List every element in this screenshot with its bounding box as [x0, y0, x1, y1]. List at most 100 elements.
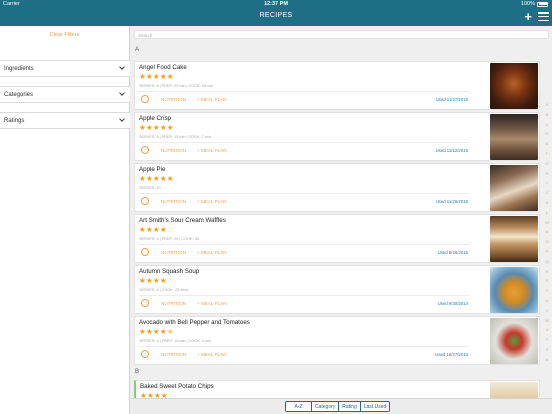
index-letter[interactable]: W [542, 316, 552, 326]
star-icon: ★ [152, 225, 160, 234]
favorite-icon[interactable]: ♡ [141, 350, 149, 358]
recipe-card[interactable]: Apple Pie ★★★★★ SERVES: 10 ♡ NUTRITION +… [134, 163, 540, 212]
sort-tab-rating[interactable]: Rating [339, 402, 361, 411]
filter-label: Ingredients [4, 66, 34, 72]
index-letter[interactable]: C [542, 120, 552, 130]
hamburger-icon[interactable] [538, 12, 549, 22]
index-letter[interactable]: E [542, 139, 552, 149]
index-letter[interactable]: P [542, 247, 552, 257]
rating-stars: ★★★★☆ [139, 276, 174, 285]
index-letter[interactable]: R [542, 267, 552, 277]
add-recipe-button[interactable]: + [524, 10, 532, 23]
index-letter[interactable]: N [542, 227, 552, 237]
nutrition-button[interactable]: NUTRITION [161, 97, 186, 102]
meal-plan-button[interactable]: + MEAL PLAN [197, 199, 227, 204]
favorite-icon[interactable]: ♡ [141, 299, 149, 307]
star-icon: ★ [166, 72, 174, 81]
last-used-label: Used 11/27/2016 [435, 97, 468, 102]
star-icon: ★ [145, 276, 153, 285]
recipe-name: Apple Pie [139, 166, 166, 173]
alphabet-index[interactable]: A B C D E F G H I J K L M N O P Q R S T U V W X Y Z # [542, 100, 552, 362]
index-letter[interactable]: J [542, 188, 552, 198]
filter-label: Ratings [4, 118, 25, 124]
index-letter[interactable]: Z [542, 345, 552, 355]
divider [139, 244, 469, 245]
meal-plan-button[interactable]: + MEAL PLAN [197, 97, 227, 102]
search-input[interactable]: Search [134, 30, 549, 39]
sort-segmented-control[interactable]: A-Z Category Rating Last Used [285, 401, 391, 412]
meal-plan-button[interactable]: + MEAL PLAN [197, 148, 227, 153]
clear-filters-button[interactable]: Clear Filters [0, 32, 129, 38]
sort-tab-category[interactable]: Category [312, 402, 340, 411]
meal-plan-button[interactable]: + MEAL PLAN [197, 301, 227, 306]
favorite-icon[interactable]: ♡ [141, 146, 149, 154]
chevron-down-icon [119, 90, 125, 96]
star-icon: ★ [153, 391, 161, 398]
index-letter[interactable]: S [542, 276, 552, 286]
nutrition-button[interactable]: NUTRITION [161, 250, 186, 255]
index-letter[interactable]: K [542, 198, 552, 208]
star-icon: ★ [159, 276, 167, 285]
index-letter[interactable]: V [542, 306, 552, 316]
index-letter[interactable]: Q [542, 257, 552, 267]
index-letter[interactable]: G [542, 159, 552, 169]
divider [139, 346, 469, 347]
star-icon: ★ [152, 174, 160, 183]
nutrition-button[interactable]: NUTRITION [161, 352, 186, 357]
index-letter[interactable]: X [542, 325, 552, 335]
star-icon: ★ [146, 391, 154, 398]
index-letter[interactable]: T [542, 286, 552, 296]
recipe-card[interactable]: Angel Food Cake ★★★★★ SERVES: 8 | PREP: … [134, 61, 540, 110]
star-icon: ★ [139, 225, 146, 234]
favorite-icon[interactable]: ♡ [141, 197, 149, 205]
index-letter[interactable]: A [542, 100, 552, 110]
star-icon: ★ [139, 174, 146, 183]
index-letter[interactable]: O [542, 237, 552, 247]
filter-ingredients[interactable]: Ingredients [0, 60, 130, 77]
battery-indicator: 100% [521, 1, 548, 7]
index-letter[interactable]: M [542, 218, 552, 228]
recipe-card[interactable]: Art Smith's Sour Cream Waffles ★★★★☆ SER… [134, 214, 540, 263]
recipe-card[interactable]: Apple Crisp ★★★★★ SERVES: 8 | PREP: 15 m… [134, 112, 540, 161]
meal-plan-button[interactable]: + MEAL PLAN [197, 352, 227, 357]
rating-stars: ★★★★★ [139, 72, 174, 81]
index-letter[interactable]: # [542, 355, 552, 365]
recipe-name: Angel Food Cake [139, 64, 187, 71]
recipe-card[interactable]: Baked Sweet Potato Chips ★★★★☆ [134, 380, 540, 398]
status-bar: Carrier 12:37 PM 100% [0, 0, 552, 9]
chevron-down-icon [119, 116, 125, 122]
rating-stars: ★★★★☆ [140, 391, 175, 398]
recipe-list[interactable]: Search A Angel Food Cake ★★★★★ SERVES: 8… [131, 26, 552, 398]
index-letter[interactable]: D [542, 129, 552, 139]
index-letter[interactable]: F [542, 149, 552, 159]
clock: 12:37 PM [264, 1, 288, 7]
meal-plan-button[interactable]: + MEAL PLAN [197, 250, 227, 255]
nutrition-button[interactable]: NUTRITION [161, 148, 186, 153]
index-letter[interactable]: L [542, 208, 552, 218]
star-icon: ★ [159, 174, 167, 183]
star-icon: ☆ [166, 276, 174, 285]
nutrition-button[interactable]: NUTRITION [161, 301, 186, 306]
recipe-meta: SERVES: 10 [139, 186, 161, 190]
rating-stars: ★★★★★ [139, 327, 174, 336]
index-letter[interactable]: B [542, 110, 552, 120]
recipe-card[interactable]: Autumn Squash Soup ★★★★☆ SERVES: 8 | COO… [134, 265, 540, 314]
sort-tab-last-used[interactable]: Last Used [360, 402, 390, 411]
filter-sidebar: Clear Filters Ingredients Categories Rat… [0, 26, 130, 414]
favorite-icon[interactable]: ♡ [141, 95, 149, 103]
star-icon: ★ [152, 276, 160, 285]
index-letter[interactable]: Y [542, 335, 552, 345]
star-icon: ★ [139, 276, 146, 285]
filter-ratings[interactable]: Ratings [0, 112, 130, 129]
last-used-label: Used 9/26/2015 [437, 250, 468, 255]
nutrition-button[interactable]: NUTRITION [161, 199, 186, 204]
filter-categories[interactable]: Categories [0, 86, 130, 103]
index-letter[interactable]: H [542, 169, 552, 179]
index-letter[interactable]: U [542, 296, 552, 306]
recipe-meta: SERVES: 8 | COOK: 20 mins [139, 288, 189, 292]
index-letter[interactable]: I [542, 178, 552, 188]
recipe-thumbnail [490, 267, 538, 313]
recipe-card[interactable]: Avocado with Bell Pepper and Tomatoes ★★… [134, 316, 540, 365]
favorite-icon[interactable]: ♡ [141, 248, 149, 256]
sort-tab-az[interactable]: A-Z [286, 402, 312, 411]
